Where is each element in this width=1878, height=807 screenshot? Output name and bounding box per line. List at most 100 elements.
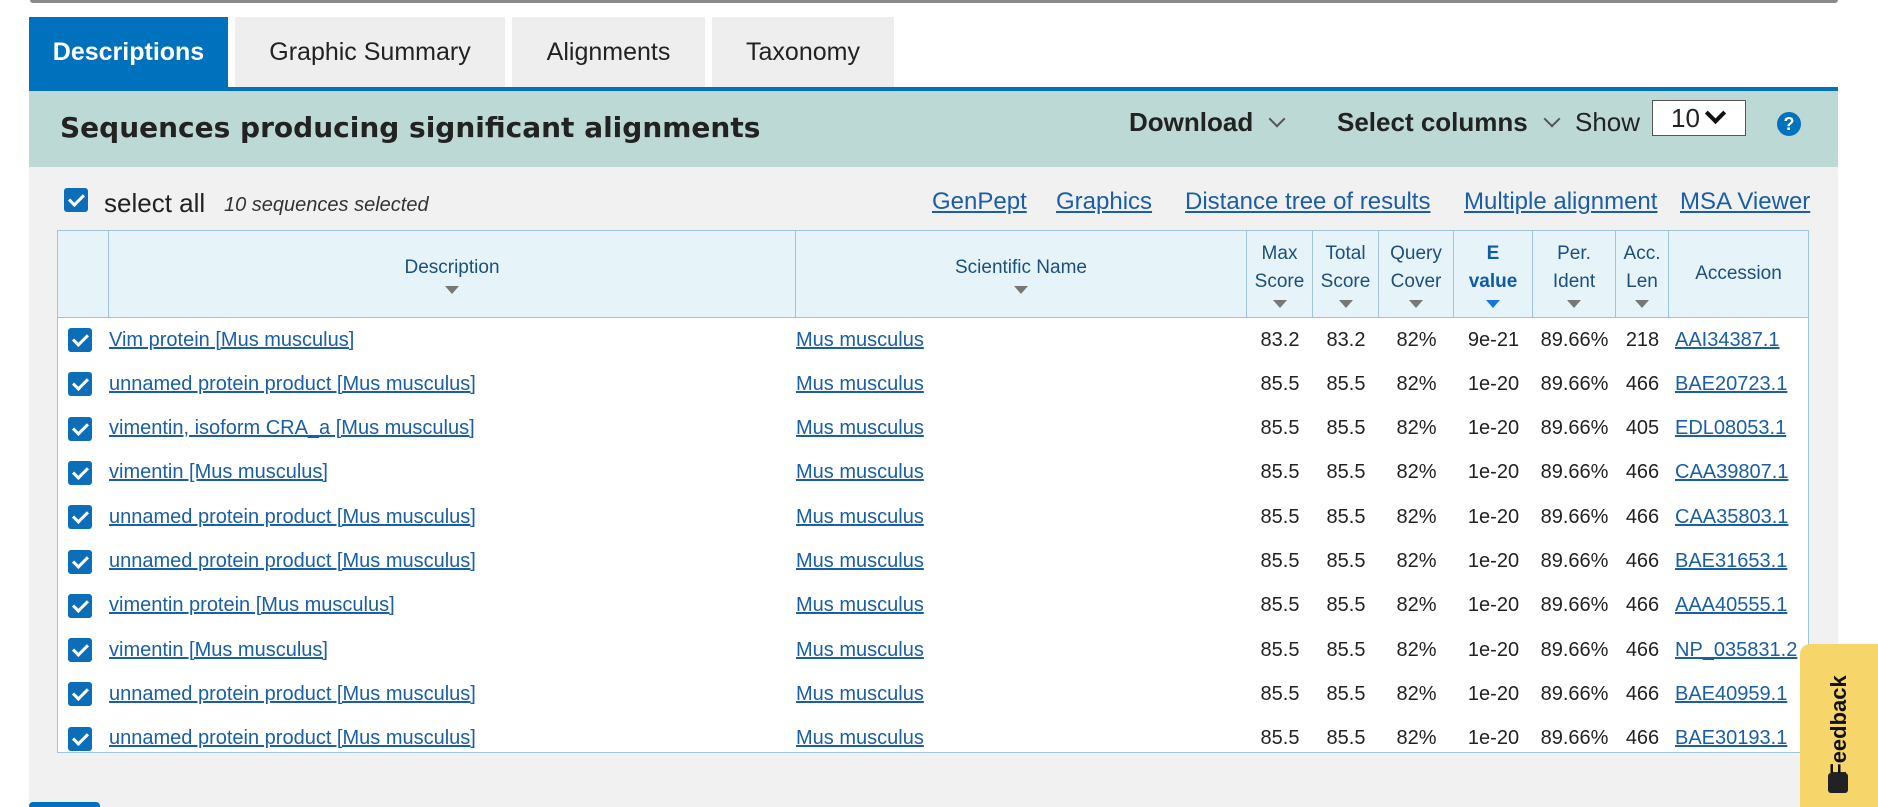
acc-len-cell: 466	[1625, 594, 1660, 617]
tab-taxonomy[interactable]: Taxonomy	[712, 17, 894, 88]
scientific-name-link[interactable]: Mus musculus	[796, 329, 924, 352]
description-link[interactable]: Vim protein [Mus musculus]	[109, 329, 354, 352]
description-link[interactable]: vimentin protein [Mus musculus]	[109, 594, 395, 617]
row-checkbox[interactable]	[68, 505, 92, 530]
header-description[interactable]: Description	[109, 231, 796, 317]
row-checkbox-cell	[68, 540, 92, 584]
scientific-name-link[interactable]: Mus musculus	[796, 373, 924, 396]
row-checkbox-cell	[68, 717, 92, 761]
select-columns-dropdown[interactable]: Select columns	[1337, 107, 1561, 138]
row-checkbox[interactable]	[68, 682, 92, 707]
accession-link[interactable]: CAA35803.1	[1675, 506, 1788, 529]
acc-len-cell: 405	[1625, 417, 1660, 440]
scientific-name-link[interactable]: Mus musculus	[796, 461, 924, 484]
accession-cell: CAA39807.1	[1675, 451, 1788, 495]
scientific-name-cell: Mus musculus	[796, 717, 924, 761]
row-checkbox[interactable]	[68, 593, 92, 618]
multiple-alignment-link[interactable]: Multiple alignment	[1464, 188, 1657, 216]
header-per-ident[interactable]: Per. Ident	[1533, 231, 1616, 317]
feedback-label: Feedback	[1826, 674, 1851, 777]
row-checkbox[interactable]	[68, 416, 92, 441]
download-dropdown[interactable]: Download	[1129, 107, 1286, 138]
row-checkbox-cell	[68, 672, 92, 716]
max-score-cell: 85.5	[1260, 682, 1300, 705]
max-score-cell: 83.2	[1260, 328, 1300, 351]
feedback-icon	[1828, 773, 1848, 793]
header-acc-len[interactable]: Acc. Len	[1616, 231, 1669, 317]
description-link[interactable]: unnamed protein product [Mus musculus]	[109, 373, 476, 396]
accession-link[interactable]: BAE40959.1	[1675, 683, 1787, 706]
scientific-name-link[interactable]: Mus musculus	[796, 683, 924, 706]
query-cover-cell: 82%	[1396, 417, 1437, 440]
header-query-cover-label-1: Query	[1390, 243, 1442, 264]
description-link[interactable]: vimentin, isoform CRA_a [Mus musculus]	[109, 417, 475, 440]
descriptions-panel: Sequences producing significant alignmen…	[29, 91, 1838, 807]
query-cover-cell: 82%	[1396, 328, 1437, 351]
accession-link[interactable]: CAA39807.1	[1675, 461, 1788, 484]
scientific-name-link[interactable]: Mus musculus	[796, 506, 924, 529]
show-count-select[interactable]: 10	[1652, 100, 1746, 136]
description-link[interactable]: vimentin [Mus musculus]	[109, 639, 328, 662]
genpept-link[interactable]: GenPept	[932, 188, 1027, 216]
accession-link[interactable]: AAA40555.1	[1675, 594, 1787, 617]
scientific-name-link[interactable]: Mus musculus	[796, 417, 924, 440]
description-cell: unnamed protein product [Mus musculus]	[109, 362, 476, 406]
sort-down-icon	[1409, 300, 1423, 308]
max-score-cell: 85.5	[1260, 461, 1300, 484]
description-cell: unnamed protein product [Mus musculus]	[109, 540, 476, 584]
header-accession-label: Accession	[1695, 263, 1782, 284]
tab-graphic-summary[interactable]: Graphic Summary	[235, 17, 505, 88]
accession-cell: EDL08053.1	[1675, 407, 1786, 451]
header-e-value[interactable]: E value	[1454, 231, 1533, 317]
accession-link[interactable]: BAE30193.1	[1675, 727, 1787, 750]
header-max-score[interactable]: Max Score	[1247, 231, 1313, 317]
per-ident-cell: 89.66%	[1540, 461, 1609, 484]
distance-tree-link[interactable]: Distance tree of results	[1185, 188, 1430, 216]
sort-down-icon	[445, 286, 459, 294]
header-total-score[interactable]: Total Score	[1313, 231, 1379, 317]
scientific-name-link[interactable]: Mus musculus	[796, 639, 924, 662]
table-row: vimentin [Mus musculus] Mus musculus 85.5 8…	[58, 628, 1808, 672]
header-scientific-name[interactable]: Scientific Name	[796, 231, 1247, 317]
total-score-cell: 85.5	[1326, 638, 1366, 661]
e-value-cell: 1e-20	[1467, 594, 1520, 617]
description-cell: vimentin [Mus musculus]	[109, 451, 328, 495]
scientific-name-link[interactable]: Mus musculus	[796, 550, 924, 573]
description-cell: vimentin [Mus musculus]	[109, 628, 328, 672]
header-query-cover[interactable]: Query Cover	[1379, 231, 1454, 317]
graphics-link[interactable]: Graphics	[1056, 188, 1152, 216]
description-link[interactable]: unnamed protein product [Mus musculus]	[109, 683, 476, 706]
scientific-name-link[interactable]: Mus musculus	[796, 727, 924, 750]
per-ident-cell: 89.66%	[1540, 550, 1609, 572]
accession-link[interactable]: NP_035831.2	[1675, 639, 1797, 662]
description-link[interactable]: vimentin [Mus musculus]	[109, 461, 328, 484]
description-link[interactable]: unnamed protein product [Mus musculus]	[109, 727, 476, 750]
accession-cell: AAI34387.1	[1675, 318, 1780, 362]
row-checkbox-cell	[68, 362, 92, 406]
select-all-checkbox[interactable]	[64, 188, 88, 212]
row-checkbox[interactable]	[68, 460, 92, 485]
e-value-cell: 1e-20	[1467, 461, 1520, 484]
accession-link[interactable]: BAE20723.1	[1675, 373, 1787, 396]
row-checkbox[interactable]	[68, 638, 92, 663]
msa-viewer-link[interactable]: MSA Viewer	[1680, 188, 1810, 216]
select-all-label[interactable]: select all	[104, 188, 205, 219]
row-checkbox[interactable]	[68, 328, 92, 352]
query-cover-cell: 82%	[1396, 372, 1437, 395]
description-link[interactable]: unnamed protein product [Mus musculus]	[109, 506, 476, 529]
header-accession[interactable]: Accession	[1669, 231, 1808, 317]
tab-alignments[interactable]: Alignments	[512, 17, 705, 88]
scientific-name-link[interactable]: Mus musculus	[796, 594, 924, 617]
row-checkbox[interactable]	[68, 372, 92, 397]
row-checkbox[interactable]	[68, 549, 92, 574]
row-checkbox[interactable]	[68, 726, 92, 751]
accession-link[interactable]: AAI34387.1	[1675, 329, 1780, 352]
description-link[interactable]: unnamed protein product [Mus musculus]	[109, 550, 476, 573]
help-icon[interactable]: ?	[1777, 112, 1801, 136]
accession-link[interactable]: EDL08053.1	[1675, 417, 1786, 440]
tab-descriptions[interactable]: Descriptions	[29, 17, 228, 88]
chevron-down-icon	[1543, 110, 1561, 127]
feedback-button[interactable]: Feedback	[1800, 644, 1878, 807]
accession-link[interactable]: BAE31653.1	[1675, 550, 1787, 573]
table-row: unnamed protein product [Mus musculus] Mu…	[58, 540, 1808, 584]
